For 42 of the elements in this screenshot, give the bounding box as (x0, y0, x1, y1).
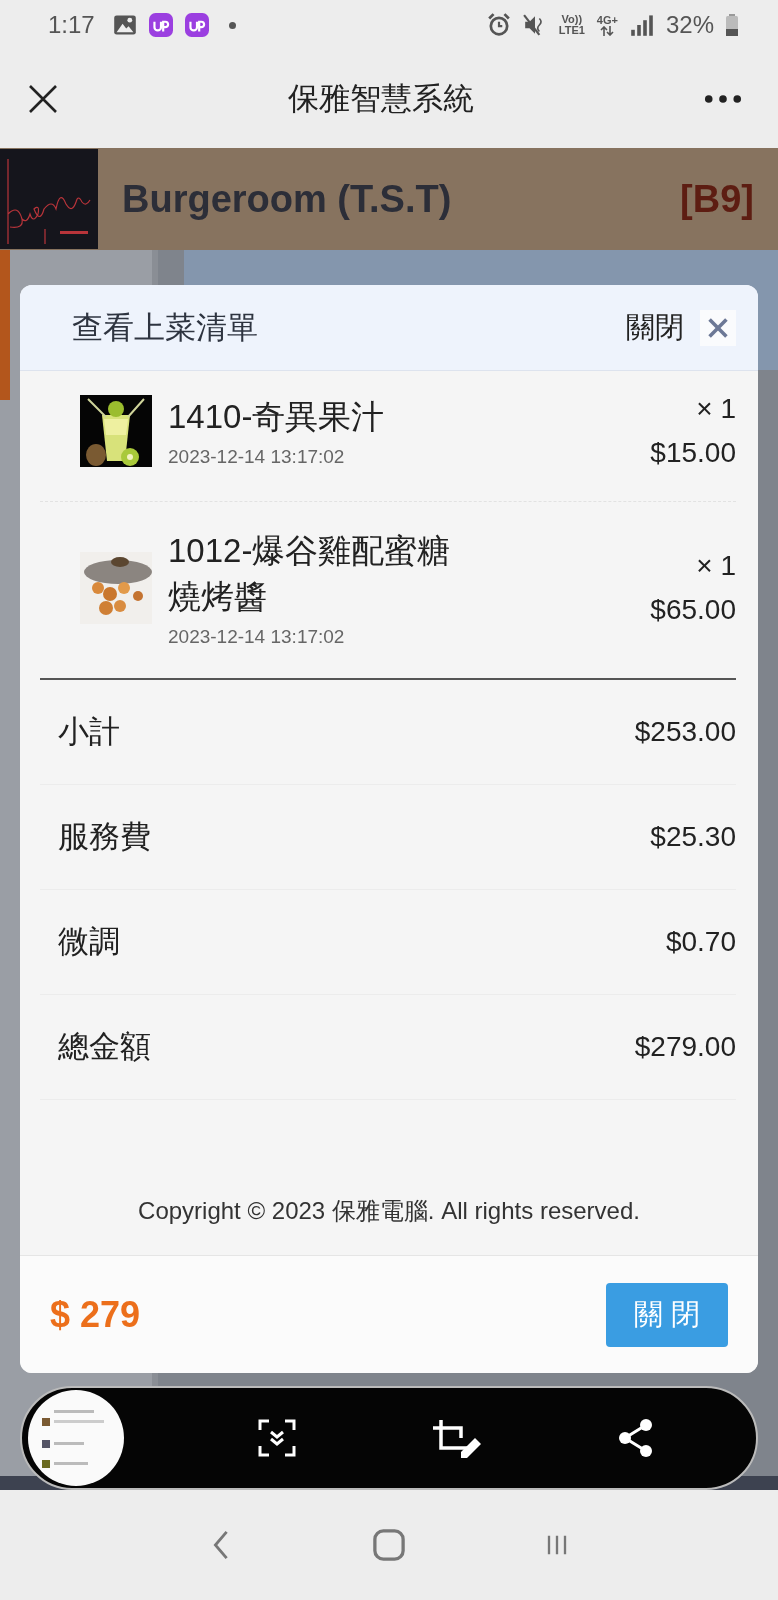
battery-icon (726, 14, 738, 36)
home-icon[interactable] (373, 1529, 405, 1561)
crop-edit-icon[interactable] (430, 1418, 483, 1458)
summary-label: 微調 (58, 923, 120, 962)
lte-label: LTE1 (558, 25, 585, 36)
close-button[interactable] (700, 309, 736, 346)
summary-label: 總金額 (58, 1028, 151, 1067)
status-time: 1:17 (48, 11, 95, 39)
item-name: 1012-爆谷雞配蜜糖燒烤醬 (168, 531, 452, 618)
summary-amount: $0.70 (665, 926, 736, 959)
total-amount: $ 279 (50, 1293, 141, 1336)
battery-percent: 32% (665, 11, 714, 39)
item-time: 2023-12-14 13:17:02 (168, 446, 346, 469)
item-price: $15.00 (650, 437, 736, 469)
table-number: [B9] (680, 177, 754, 221)
app-notification-icon (148, 13, 173, 37)
copyright-text: Copyright © 2023 保雅電腦. All rights reserved. (137, 1196, 641, 1226)
summary-amount: $279.00 (634, 1031, 736, 1064)
app-title: 保雅智慧系統 (287, 80, 475, 118)
dialog-title: 查看上菜清單 (72, 308, 258, 347)
image-icon (112, 13, 137, 37)
summary-amount: $253.00 (634, 716, 736, 749)
more-icon[interactable] (704, 94, 742, 104)
summary-label: 服務費 (58, 818, 151, 857)
item-quantity: × 1 (696, 550, 736, 583)
dot-icon (228, 21, 236, 29)
scroll-capture-icon[interactable] (257, 1418, 298, 1458)
item-quantity: × 1 (696, 393, 736, 425)
close-icon[interactable] (28, 84, 58, 114)
item-time: 2023-12-14 13:17:02 (168, 626, 346, 649)
summary-amount: $25.30 (650, 821, 736, 854)
summary-label: 小計 (58, 713, 120, 752)
signal-icon (629, 13, 654, 37)
alarm-icon (486, 13, 511, 37)
volte-label: Vo)) (561, 14, 583, 25)
restaurant-name: Burgeroom (T.S.T) (122, 177, 453, 221)
network-label: 4G+ (596, 14, 618, 26)
close-link[interactable]: 關閉 (626, 307, 684, 348)
item-name: 1410-奇異果汁 (168, 396, 386, 437)
item-price: $65.00 (650, 594, 736, 627)
data-arrows-icon (600, 25, 615, 36)
app-notification-icon (184, 13, 209, 37)
